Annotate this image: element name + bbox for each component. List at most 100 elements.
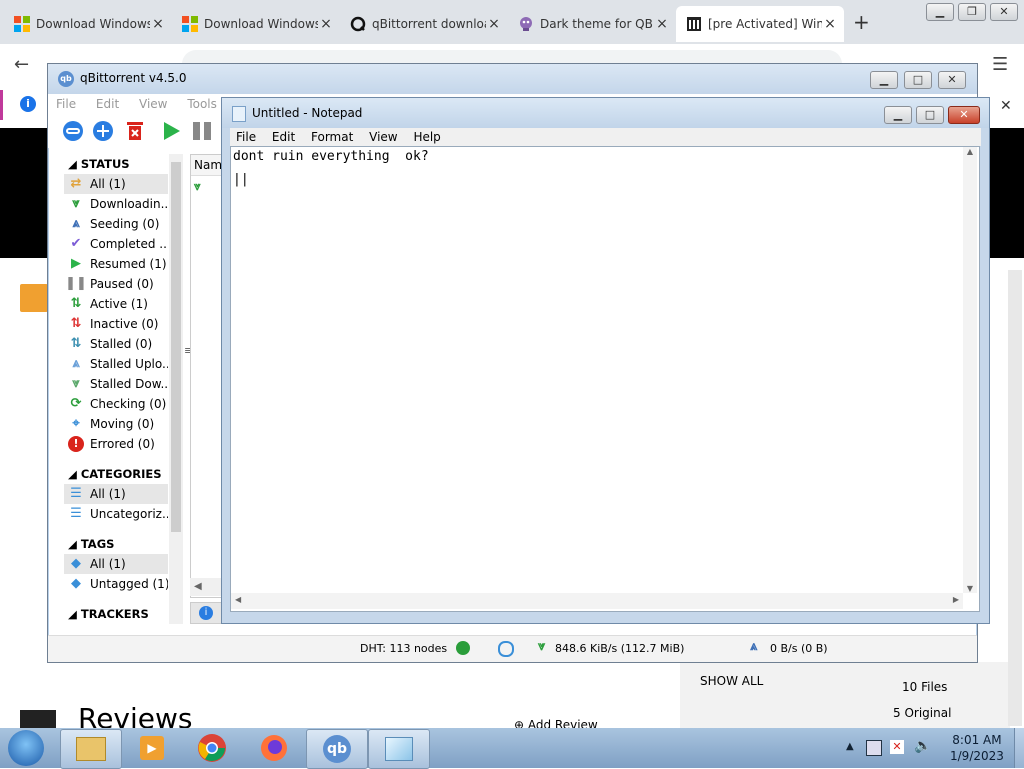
clock[interactable]: 8:01 AM 1/9/2023	[950, 733, 1004, 763]
stalled-upload-icon: ⩓	[72, 356, 80, 371]
add-review-button[interactable]: ⊕ Add Review	[514, 718, 598, 728]
tag-item[interactable]: ◆ All (1)	[64, 554, 168, 574]
status-item[interactable]: ▶ Resumed (1)	[64, 254, 168, 274]
close-icon[interactable]: ×	[654, 16, 670, 32]
status-item-label: Errored (0)	[90, 437, 155, 451]
categories-header[interactable]: ◢ CATEGORIES	[64, 464, 168, 484]
start-orb-icon[interactable]	[8, 730, 44, 766]
taskbar-qbittorrent[interactable]: qb	[306, 729, 368, 769]
sidebar-scrollbar[interactable]	[169, 154, 183, 624]
menu-view[interactable]: View	[369, 130, 397, 144]
horizontal-scrollbar[interactable]: ◀ ▶	[231, 593, 963, 609]
menu-file[interactable]: File	[56, 97, 76, 111]
status-item[interactable]: ⇅ Inactive (0)	[64, 314, 168, 334]
browser-tab-3[interactable]: qBittorrent downloa ×	[340, 6, 508, 42]
close-icon[interactable]: ✕	[948, 106, 980, 124]
close-icon[interactable]: ×	[150, 16, 166, 32]
restore-icon[interactable]: ❐	[958, 3, 986, 21]
page-scrollbar[interactable]	[1008, 270, 1022, 726]
status-item[interactable]: ⩓ Stalled Uplo...	[64, 354, 168, 374]
taskbar-firefox[interactable]	[244, 729, 304, 767]
status-item-label: Checking (0)	[90, 397, 167, 411]
network-icon[interactable]	[866, 740, 882, 756]
status-header[interactable]: ◢ STATUS	[64, 154, 168, 174]
browser-tab-1[interactable]: Download Windows X ×	[4, 6, 172, 42]
status-item[interactable]: ⌖ Moving (0)	[64, 414, 168, 434]
minimize-icon[interactable]: ▁	[884, 106, 912, 124]
status-item[interactable]: ⇅ Stalled (0)	[64, 334, 168, 354]
minimize-icon[interactable]: ▁	[926, 3, 954, 21]
taskbar-media-player[interactable]: ▶	[122, 729, 182, 767]
close-icon[interactable]: ✕	[990, 3, 1018, 21]
taskbar-notepad[interactable]	[368, 729, 430, 769]
upload-speed[interactable]: 0 B/s (0 B)	[770, 642, 828, 655]
status-item-label: Paused (0)	[90, 277, 154, 291]
menu-edit[interactable]: Edit	[96, 97, 119, 111]
taskbar-chrome[interactable]	[182, 729, 242, 767]
browser-tab-4[interactable]: Dark theme for QBitt ×	[508, 6, 676, 42]
browser-tab-5-active[interactable]: [pre Activated] Windo ×	[676, 6, 844, 42]
status-item[interactable]: ✔ Completed ...	[64, 234, 168, 254]
scroll-down-icon[interactable]: ▼	[963, 584, 977, 593]
name-column-header[interactable]: Nam	[191, 155, 225, 176]
back-icon[interactable]: ←	[14, 54, 29, 75]
menu-icon[interactable]: ☰	[992, 54, 1008, 75]
status-item[interactable]: ⇅ Active (1)	[64, 294, 168, 314]
category-item[interactable]: ☰ All (1)	[64, 484, 168, 504]
close-icon[interactable]: ✕	[938, 71, 966, 89]
status-item[interactable]: ⩔ Stalled Dow...	[64, 374, 168, 394]
new-tab-icon[interactable]: +	[853, 10, 870, 34]
menu-help[interactable]: Help	[413, 130, 440, 144]
trackers-header[interactable]: ◢ TRACKERS	[64, 604, 168, 624]
tray-expand-icon[interactable]: ▲	[846, 741, 854, 752]
status-item-label: All (1)	[90, 177, 126, 191]
menu-tools[interactable]: Tools	[187, 97, 217, 111]
tags-header[interactable]: ◢ TAGS	[64, 534, 168, 554]
status-item[interactable]: ⟳ Checking (0)	[64, 394, 168, 414]
volume-icon[interactable]: 🔈	[914, 738, 931, 754]
close-icon[interactable]: ×	[318, 16, 334, 32]
download-speed[interactable]: 848.6 KiB/s (112.7 MiB)	[555, 642, 684, 655]
pause-icon[interactable]	[190, 120, 214, 142]
scrollbar-thumb[interactable]	[171, 162, 181, 532]
status-item[interactable]: ! Errored (0)	[64, 434, 168, 454]
status-item[interactable]: ⇄ All (1)	[64, 174, 168, 194]
text-line-2: ||	[233, 172, 249, 187]
qbittorrent-site-icon	[350, 16, 366, 32]
vertical-scrollbar[interactable]: ▲ ▼	[963, 147, 977, 593]
add-torrent-icon[interactable]	[92, 120, 114, 142]
torrent-row[interactable]: ⩔	[191, 176, 225, 196]
connection-status-icon[interactable]	[456, 641, 470, 655]
tag-item[interactable]: ◆ Untagged (1)	[64, 574, 168, 594]
close-icon[interactable]: ×	[822, 16, 838, 32]
status-item[interactable]: ❚❚ Paused (0)	[64, 274, 168, 294]
scroll-right-icon[interactable]: ▶	[953, 595, 959, 604]
speed-limit-icon[interactable]	[498, 641, 514, 657]
status-item[interactable]: ⩔ Downloadin...	[64, 194, 168, 214]
status-item[interactable]: ⩓ Seeding (0)	[64, 214, 168, 234]
taskbar-explorer[interactable]	[60, 729, 122, 769]
menu-file[interactable]: File	[236, 130, 256, 144]
menu-view[interactable]: View	[139, 97, 167, 111]
menu-edit[interactable]: Edit	[272, 130, 295, 144]
close-icon[interactable]: ×	[486, 16, 502, 32]
refresh-icon: ⟳	[70, 396, 82, 411]
dht-nodes: DHT: 113 nodes	[360, 642, 448, 655]
menu-format[interactable]: Format	[311, 130, 353, 144]
notepad-text-area[interactable]: dont ruin everything ok? || ▲ ▼ ◀ ▶	[230, 146, 980, 612]
tag-item-label: All (1)	[90, 557, 126, 571]
show-all-link[interactable]: SHOW ALL	[700, 674, 763, 688]
category-item[interactable]: ☰ Uncategoriz...	[64, 504, 168, 524]
resume-icon[interactable]	[160, 120, 182, 142]
minimize-icon[interactable]: ▁	[870, 71, 898, 89]
delete-icon[interactable]	[124, 120, 146, 142]
add-link-icon[interactable]	[62, 120, 84, 142]
maximize-icon[interactable]: □	[904, 71, 932, 89]
maximize-icon[interactable]: □	[916, 106, 944, 124]
show-desktop-button[interactable]	[1014, 728, 1024, 768]
close-icon[interactable]: ✕	[1000, 98, 1012, 114]
browser-tab-2[interactable]: Download Windows X ×	[172, 6, 340, 42]
scroll-left-icon[interactable]: ◀	[235, 595, 241, 604]
scroll-up-icon[interactable]: ▲	[963, 147, 977, 156]
action-center-icon[interactable]: ✕	[890, 740, 904, 754]
